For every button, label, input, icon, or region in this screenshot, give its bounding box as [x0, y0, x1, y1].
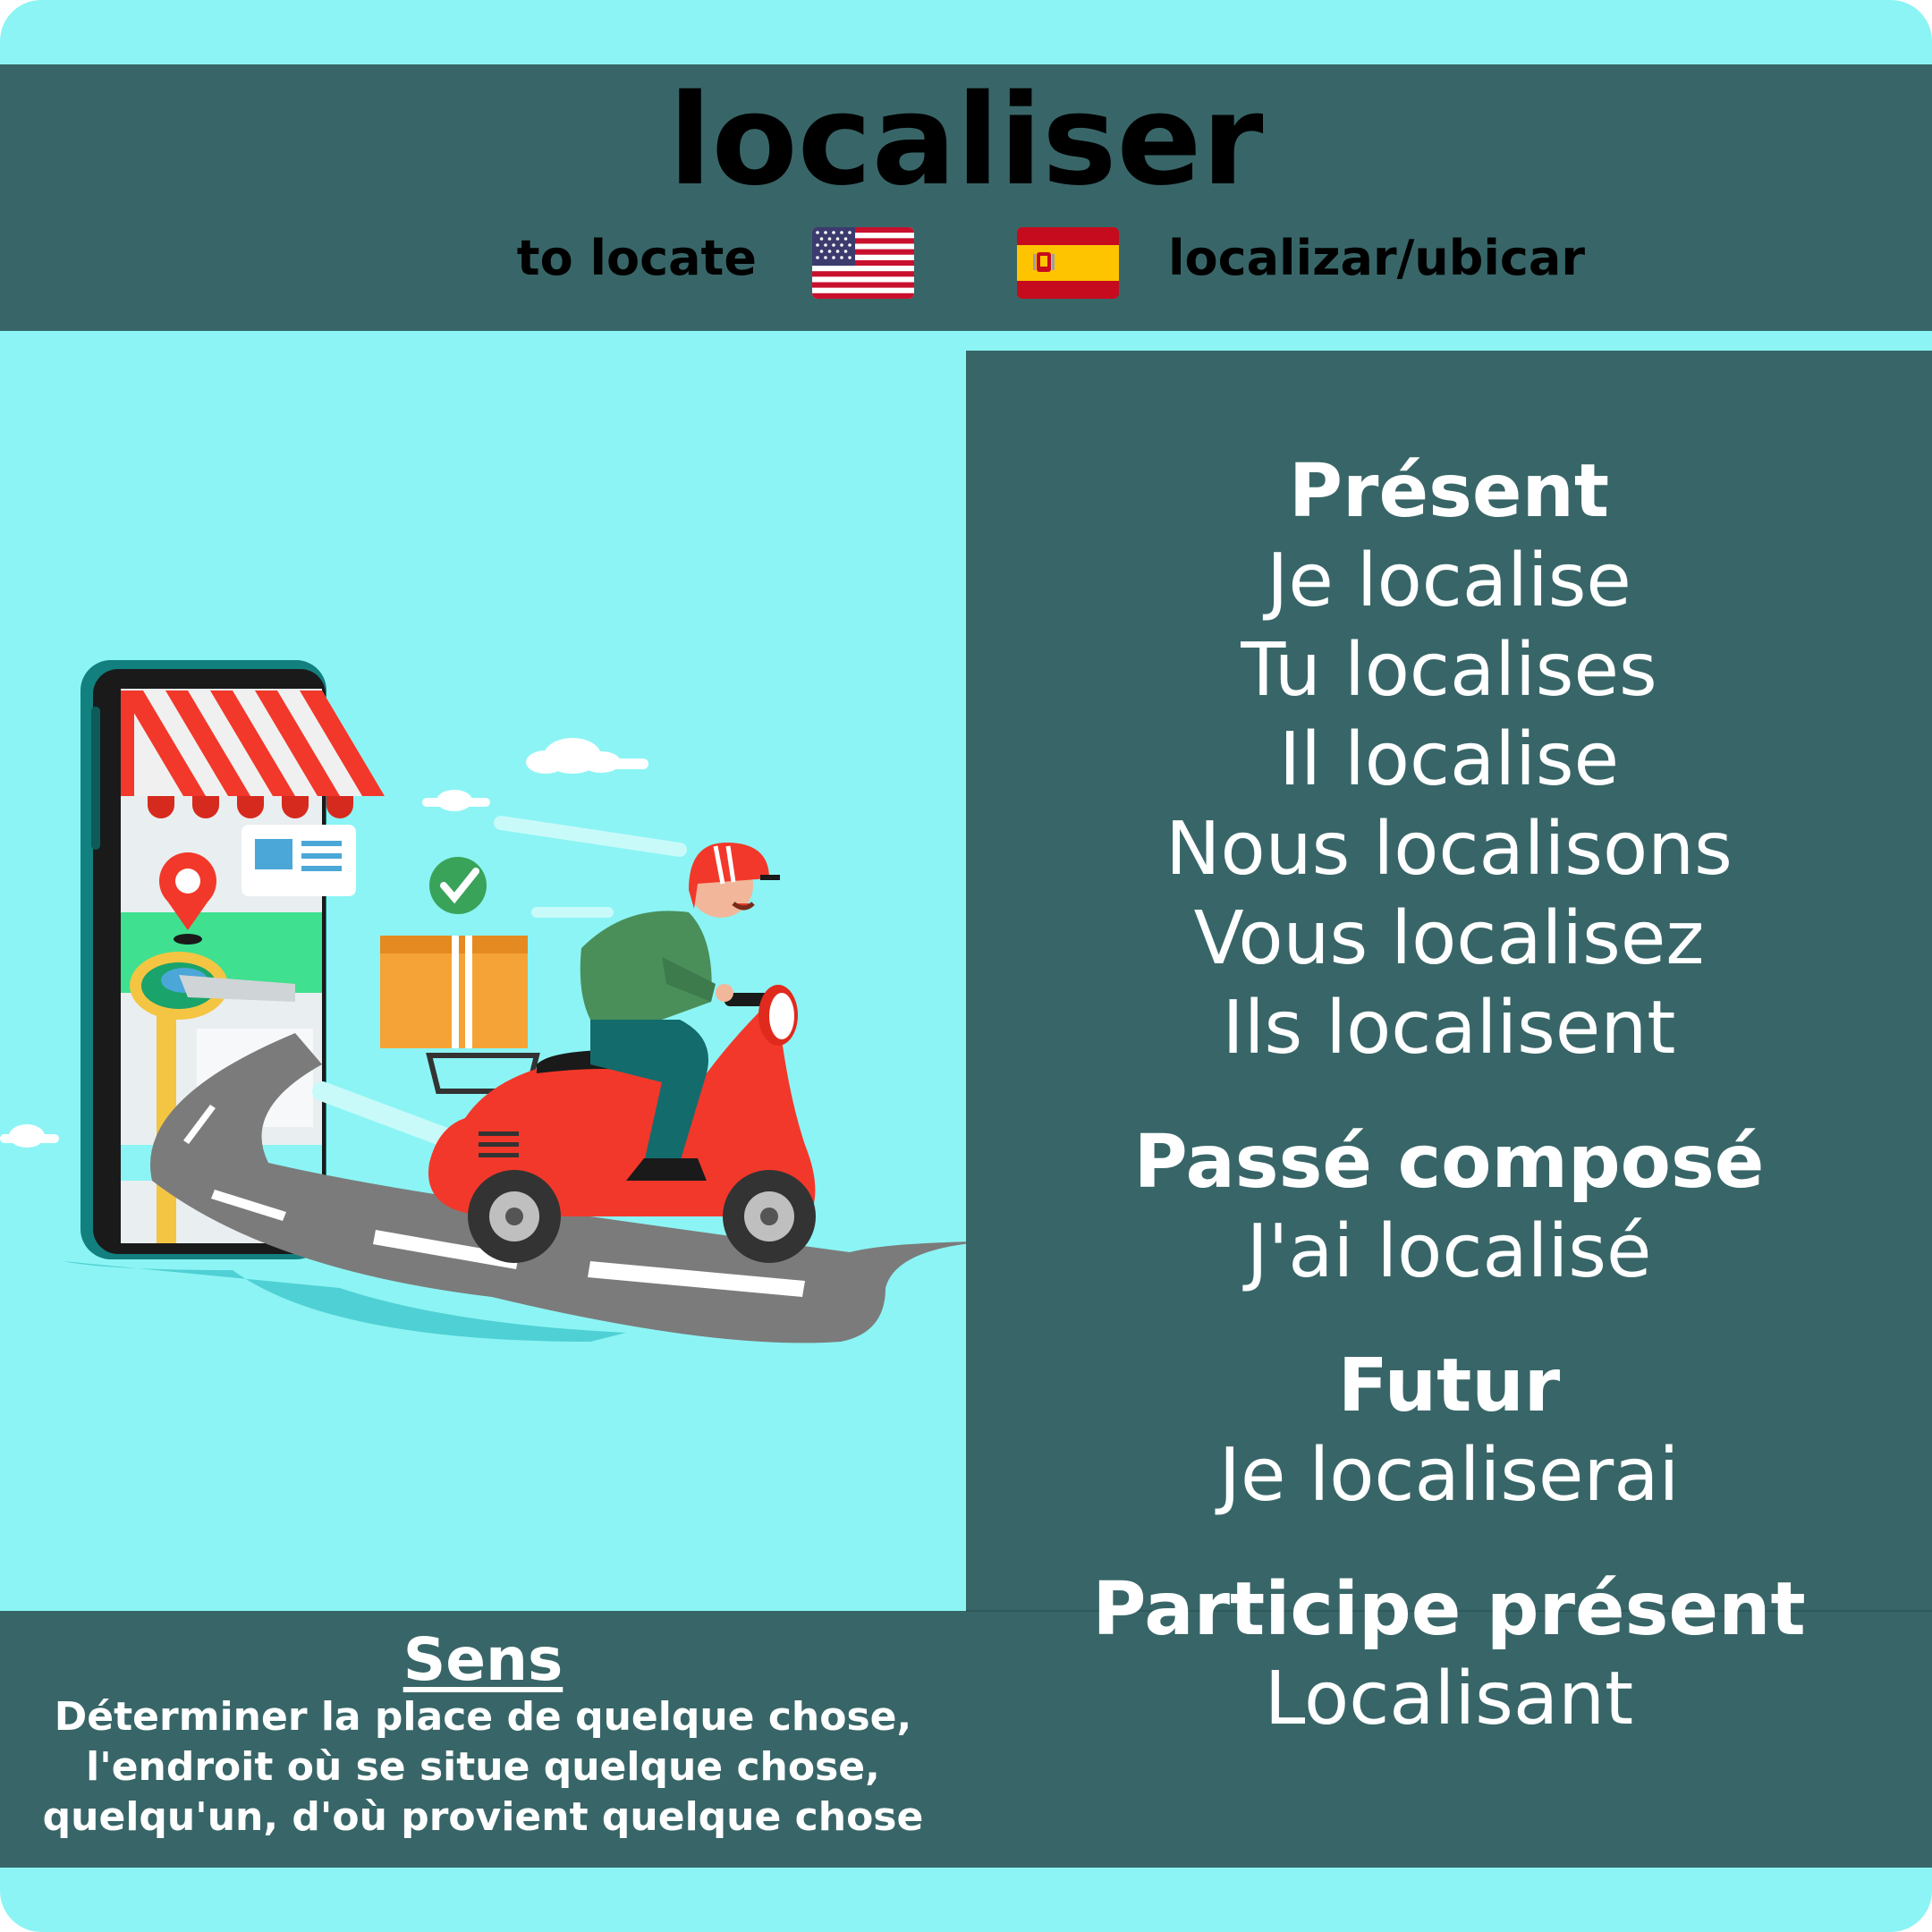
conjugation-form: Il localise: [1278, 717, 1620, 802]
conjugation-form: Je localiserai: [1218, 1433, 1680, 1518]
definition-title: Sens: [402, 1625, 564, 1694]
tense-futur: Futur Je localiserai: [966, 1342, 1932, 1521]
tense-participe-present: Participe présent Localisant: [966, 1565, 1932, 1744]
tense-present: Présent Je localise Tu localises Il loca…: [966, 447, 1932, 1073]
conjugation-form: Ils localisent: [1222, 986, 1676, 1071]
definition-line: Déterminer la place de quelque chose,: [54, 1694, 912, 1740]
definition-line: l'endroit où se situe quelque chose,: [86, 1744, 880, 1790]
english-translation: to locate: [516, 230, 757, 286]
spain-flag-icon: [1017, 227, 1119, 299]
conjugation-form: J'ai localisé: [1246, 1209, 1652, 1294]
definition-text: Déterminer la place de quelque chose, l'…: [0, 1692, 966, 1843]
conjugation-list: Présent Je localise Tu localises Il loca…: [966, 447, 1932, 1744]
definition-line: quelqu'un, d'où provient quelque chose: [42, 1794, 924, 1840]
spanish-translation: localizar/ubicar: [1168, 230, 1585, 286]
tense-title: Participe présent: [1092, 1567, 1806, 1652]
verb-title: localiser: [668, 68, 1264, 214]
conjugation-form: Vous localisez: [1193, 896, 1705, 981]
tense-passe-compose: Passé composé J'ai localisé: [966, 1118, 1932, 1297]
tense-title: Futur: [1337, 1343, 1561, 1428]
tense-title: Présent: [1288, 449, 1610, 534]
tense-title: Passé composé: [1133, 1120, 1765, 1205]
verb-card: localiser to locate localizar/ubicar Pré…: [0, 0, 1932, 1932]
delivery-scooter-illustration: [0, 644, 975, 1360]
conjugation-form: Je localise: [1267, 538, 1631, 623]
conjugation-form: Nous localisons: [1165, 807, 1733, 892]
conjugation-form: Localisant: [1264, 1657, 1634, 1741]
conjugation-form: Tu localises: [1241, 628, 1657, 713]
us-flag-icon: [812, 227, 914, 299]
